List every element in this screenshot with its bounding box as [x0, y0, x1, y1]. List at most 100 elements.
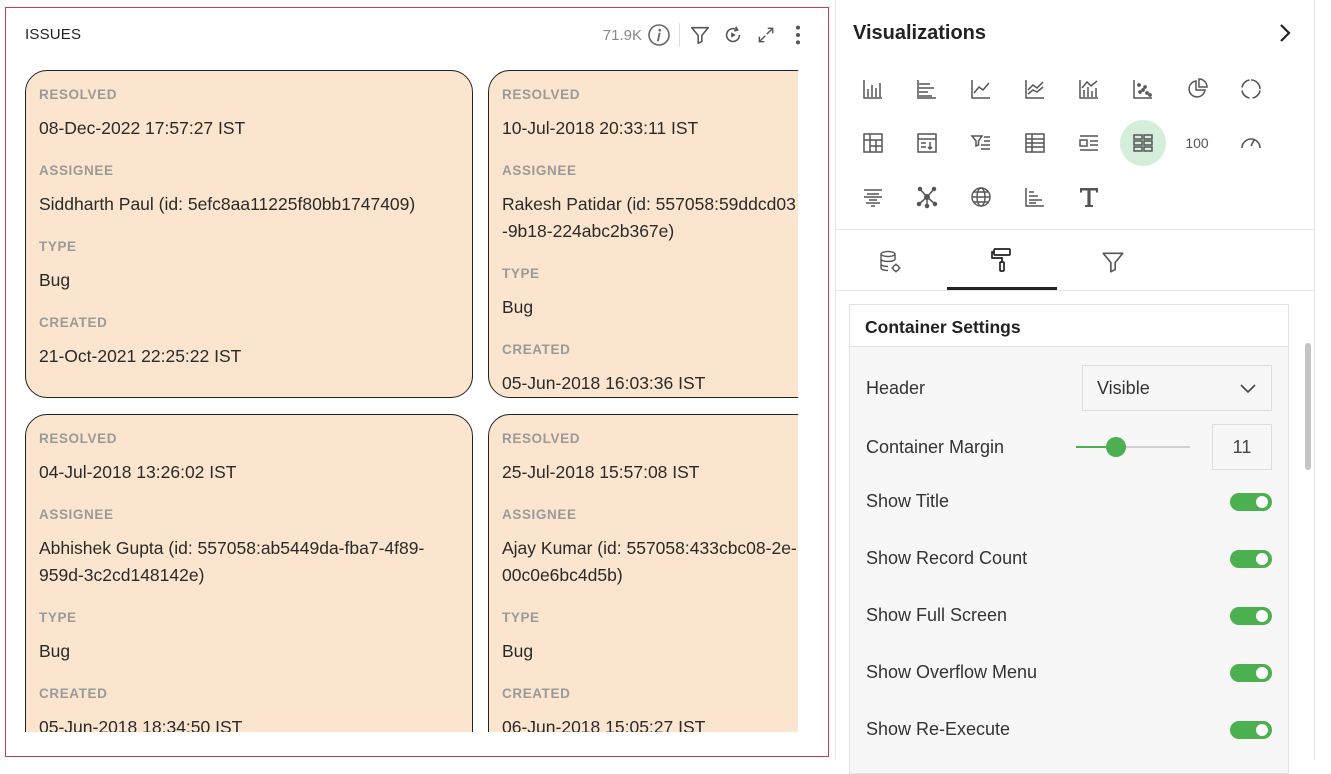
issues-widget: ISSUES 71.9K RESOLVED 08-Dec-2022 17:57:… — [5, 7, 829, 757]
header-row: Header Visible — [866, 365, 1272, 411]
toggle-label: Show Full Screen — [866, 605, 1008, 625]
field-value: 05-Jun-2018 18:34:50 IST — [39, 717, 243, 732]
scatter-chart-icon[interactable] — [1120, 66, 1166, 112]
fullscreen-icon[interactable] — [752, 21, 780, 49]
field-label: RESOLVED — [39, 431, 118, 446]
widget-title: ISSUES — [25, 26, 82, 43]
pie-chart-icon[interactable] — [1174, 66, 1220, 112]
show-title-toggle[interactable] — [1230, 492, 1272, 511]
field-value: Bug — [502, 297, 534, 317]
margin-row: Container Margin 11 — [866, 424, 1272, 470]
header-label: Header — [866, 377, 926, 398]
show-re-execute-toggle[interactable] — [1230, 720, 1272, 739]
widget-toolbar: 71.9K — [603, 21, 812, 49]
issue-card[interactable]: RESOLVED 04-Jul-2018 13:26:02 IST ASSIGN… — [25, 414, 473, 732]
toggle-label: Show Title — [866, 491, 950, 511]
divider — [836, 229, 1314, 230]
line-chart-icon[interactable] — [958, 66, 1004, 112]
toggle-label: Show Overflow Menu — [866, 662, 1038, 682]
field-value: Bug — [39, 270, 71, 290]
card-grid-icon[interactable] — [1120, 120, 1166, 166]
text-icon[interactable] — [1066, 174, 1112, 220]
field-value: Bug — [502, 641, 534, 661]
margin-controls: 11 — [1076, 424, 1272, 470]
toggle-row: Show Full Screen — [866, 605, 1272, 626]
record-count: 71.9K — [602, 26, 642, 44]
margin-input[interactable]: 11 — [1212, 424, 1272, 470]
toggle-label: Show Re-Execute — [866, 719, 1011, 739]
field-label: CREATED — [502, 686, 571, 701]
field-value: 25-Jul-2018 15:57:08 IST — [502, 462, 700, 482]
show-full-screen-toggle[interactable] — [1230, 606, 1272, 625]
column-chart-icon[interactable] — [850, 66, 896, 112]
show-overflow-menu-toggle[interactable] — [1230, 663, 1272, 682]
filter-icon — [1100, 249, 1126, 280]
field-label: ASSIGNEE — [39, 163, 114, 178]
margin-label: Container Margin — [866, 436, 1005, 457]
bar-chart-icon[interactable] — [904, 66, 950, 112]
margin-slider[interactable] — [1076, 437, 1190, 457]
panel-edge — [1314, 0, 1315, 760]
gauge-icon[interactable] — [1228, 120, 1274, 166]
header-select[interactable]: Visible — [1082, 365, 1272, 411]
cards-grid[interactable]: RESOLVED 08-Dec-2022 17:57:27 IST ASSIGN… — [6, 68, 798, 732]
divider — [836, 290, 1314, 291]
chevron-right-icon[interactable] — [1274, 20, 1296, 51]
field-value: Rakesh Patidar (id: 557058:59ddcd03-9b18… — [502, 194, 796, 241]
filter-icon[interactable] — [686, 21, 714, 49]
field-value: Siddharth Paul (id: 5efc8aa11225f80bb174… — [39, 194, 416, 214]
container-settings-section: Container Settings Header Visible Contai… — [849, 304, 1289, 774]
panel-title: Visualizations — [853, 22, 987, 44]
info-icon[interactable] — [645, 21, 673, 49]
field-value: Bug — [39, 641, 71, 661]
toolbar-separator — [679, 23, 680, 47]
panel-scrollbar[interactable] — [1305, 343, 1311, 470]
field-label: ASSIGNEE — [502, 163, 577, 178]
grouped-table-icon[interactable] — [904, 120, 950, 166]
field-label: ASSIGNEE — [39, 507, 114, 522]
data-settings-icon — [878, 249, 904, 280]
field-value: 21-Oct-2021 22:25:22 IST — [39, 346, 242, 366]
pivot-table-icon[interactable] — [850, 120, 896, 166]
toggle-row: Show Re-Execute — [866, 719, 1272, 740]
field-value: Ajay Kumar (id: 557058:433cbc08-2e-00c0e… — [502, 538, 797, 585]
header-select-value: Visible — [1097, 377, 1150, 398]
field-label: RESOLVED — [502, 431, 581, 446]
show-record-count-toggle[interactable] — [1230, 549, 1272, 568]
stacked-chart-icon[interactable] — [1012, 174, 1058, 220]
format-brush-icon — [989, 247, 1015, 278]
issue-card[interactable]: RESOLVED 08-Dec-2022 17:57:27 IST ASSIGN… — [25, 70, 473, 398]
map-icon[interactable] — [958, 174, 1004, 220]
field-label: ASSIGNEE — [502, 507, 577, 522]
field-label: CREATED — [39, 686, 108, 701]
field-value: 05-Jun-2018 16:03:36 IST — [502, 373, 706, 393]
toggle-row: Show Record Count — [866, 548, 1272, 569]
issue-card[interactable]: RESOLVED 25-Jul-2018 15:57:08 IST ASSIGN… — [488, 414, 798, 732]
table-icon[interactable] — [1012, 120, 1058, 166]
settings-title: Container Settings — [850, 305, 1288, 347]
issue-card[interactable]: RESOLVED 10-Jul-2018 20:33:11 IST ASSIGN… — [488, 70, 798, 398]
combo-chart-icon[interactable] — [1066, 66, 1112, 112]
field-value: 04-Jul-2018 13:26:02 IST — [39, 462, 237, 482]
area-chart-icon[interactable] — [1012, 66, 1058, 112]
tab-data-settings[interactable] — [836, 238, 946, 290]
toggle-label: Show Record Count — [866, 548, 1028, 568]
field-label: TYPE — [39, 239, 77, 254]
slider-thumb[interactable] — [1105, 437, 1126, 457]
field-value: Abhishek Gupta (id: 557058:ab5449da-fba7… — [39, 538, 425, 585]
overflow-menu-icon[interactable] — [784, 21, 812, 49]
kpi-label: 100 — [1185, 135, 1209, 151]
funnel-icon[interactable] — [850, 174, 896, 220]
field-value: 08-Dec-2022 17:57:27 IST — [39, 118, 246, 138]
visualizations-panel: Visualizations 100 Container Settings He… — [835, 0, 1314, 774]
re-execute-icon[interactable] — [719, 21, 747, 49]
tab-filter[interactable] — [1058, 238, 1168, 290]
field-value: 10-Jul-2018 20:33:11 IST — [502, 118, 699, 138]
filter-table-icon[interactable] — [958, 120, 1004, 166]
kpi-icon[interactable]: 100 — [1174, 120, 1220, 166]
network-icon[interactable] — [904, 174, 950, 220]
donut-chart-icon[interactable] — [1228, 66, 1274, 112]
detail-table-icon[interactable] — [1066, 120, 1112, 166]
tab-format[interactable] — [947, 238, 1057, 290]
toggle-row: Show Title — [866, 491, 1272, 512]
